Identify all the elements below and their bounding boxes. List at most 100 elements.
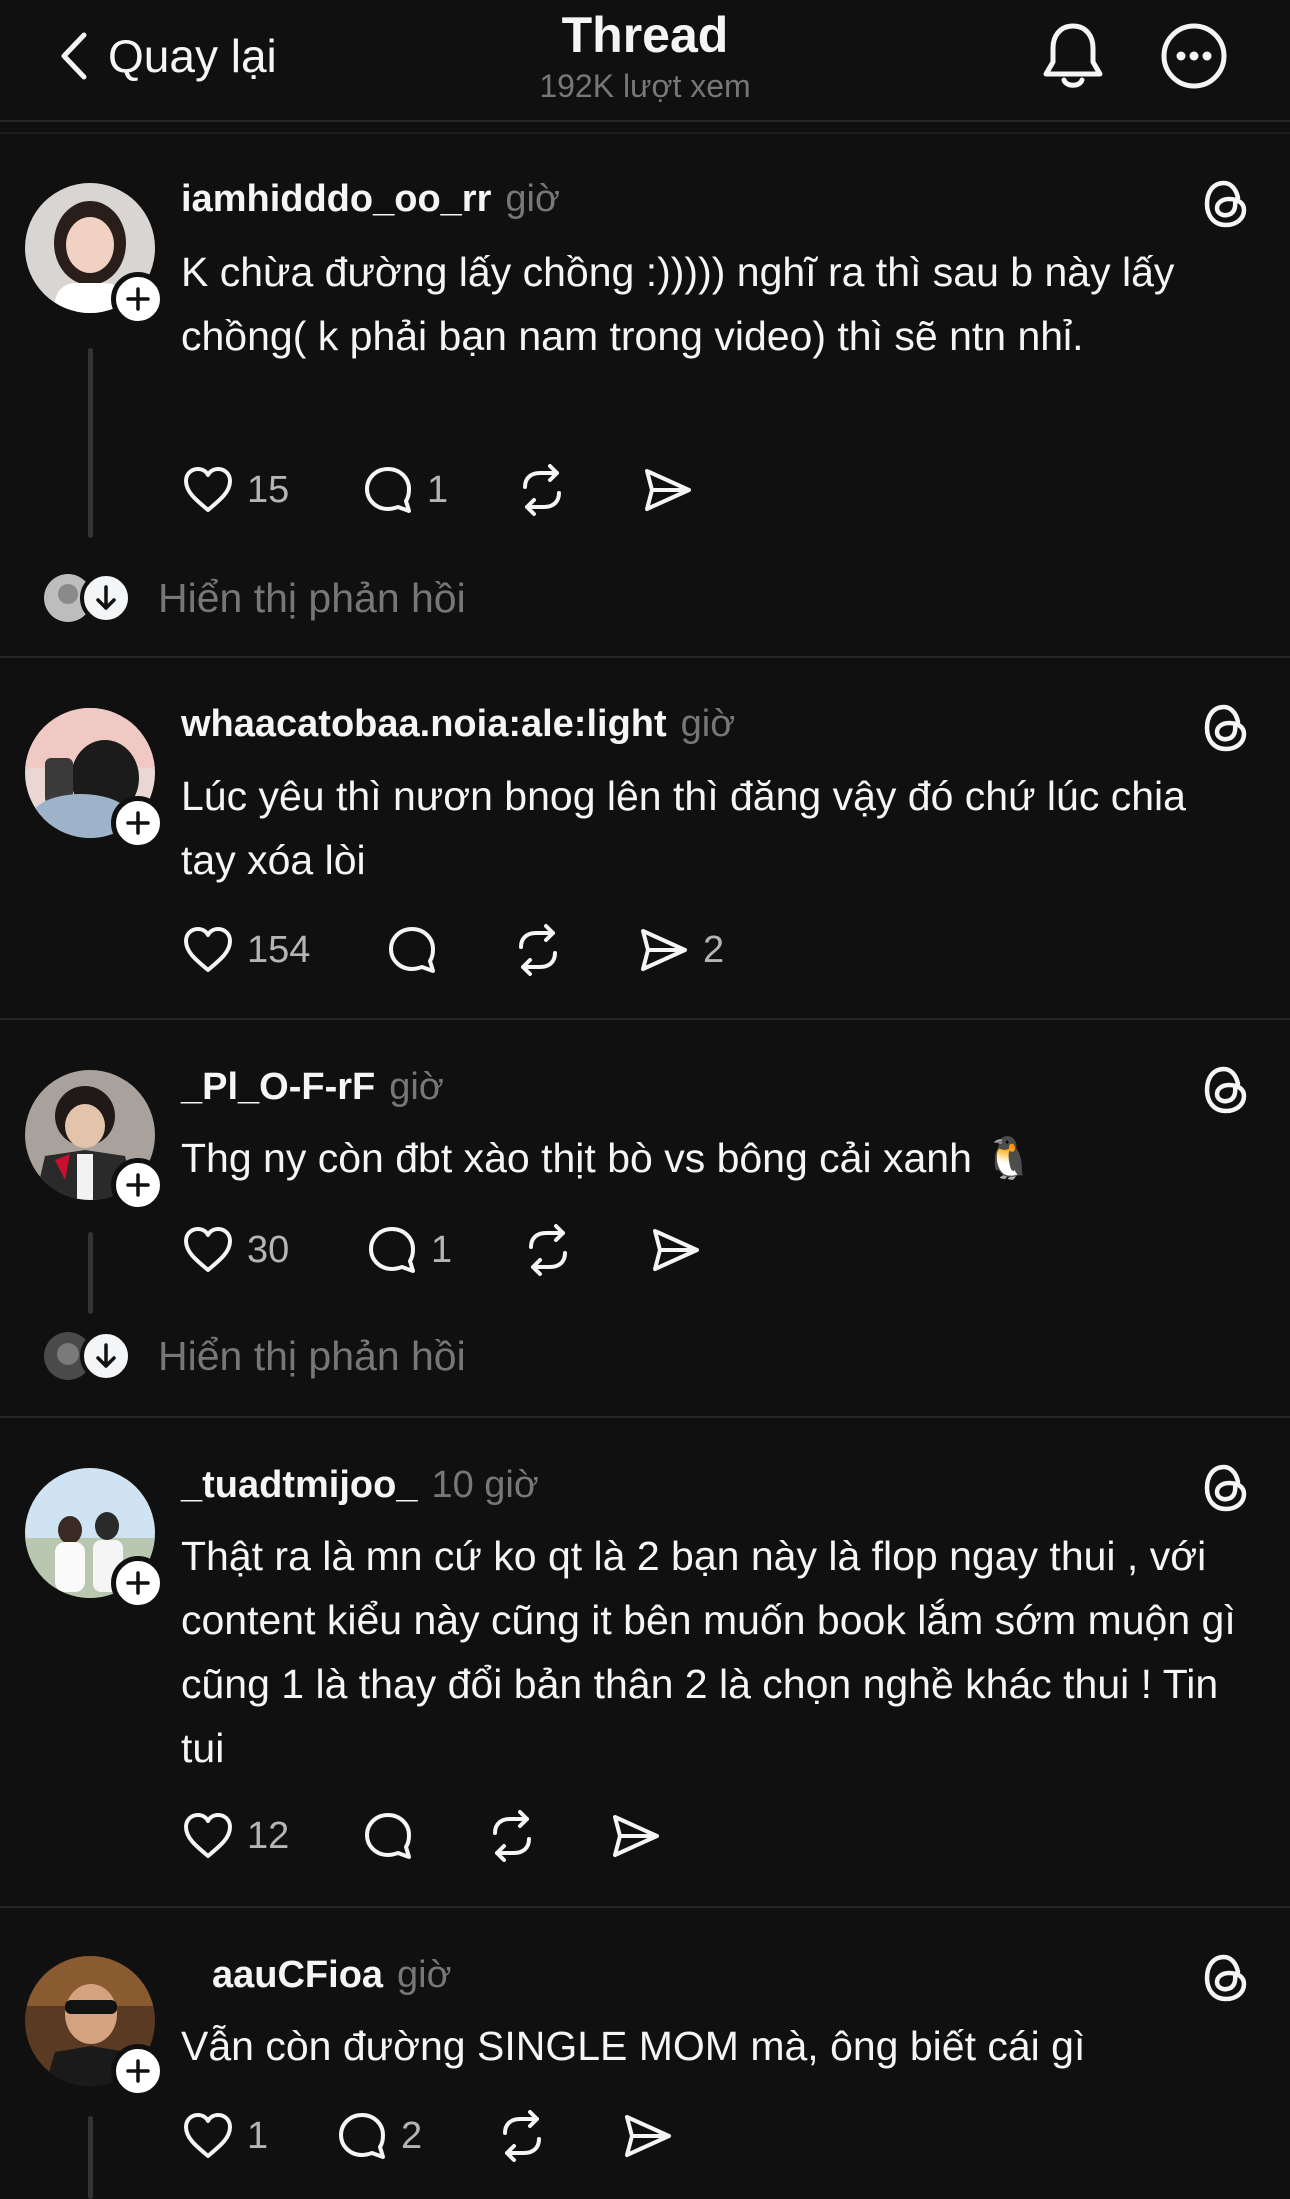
thread-line (88, 2116, 93, 2199)
post-text: K chừa đường lấy chồng :))))) nghĩ ra th… (181, 249, 1175, 359)
expand-replies-button[interactable] (80, 572, 132, 624)
thread-line (88, 348, 93, 538)
thread-line (88, 1232, 93, 1314)
timestamp: 10 giờ (431, 1464, 539, 1506)
comment-icon (339, 2113, 385, 2159)
like-count: 12 (247, 1814, 290, 1857)
username-text[interactable]: whaacatobaa.noia:ale:light (181, 703, 667, 745)
plus-icon (126, 1173, 150, 1197)
arrow-down-icon (96, 585, 116, 610)
username-text[interactable]: aauCFioa (212, 1954, 383, 1996)
username[interactable]: whaacatobaa.noia:ale:light giờ (181, 703, 735, 746)
post-3[interactable]: _Pl_O-F-rF giờ Thg ny còn đbt xào thịt bò… (0, 1020, 1290, 1416)
post-text: Thg ny còn đbt xào thịt bò vs bông cải x… (181, 1135, 1035, 1181)
share-icon (625, 2115, 671, 2157)
like-button[interactable]: 154 (181, 920, 310, 980)
post-4[interactable]: _tuadtmijoo_ 10 giờ Thật ra là mn cứ ko q… (0, 1418, 1290, 1906)
comment-icon (389, 927, 435, 973)
username[interactable]: aauCFioa giờ (212, 1954, 452, 1997)
threads-logo-icon[interactable] (1202, 1064, 1250, 1116)
follow-plus-button[interactable] (111, 796, 165, 850)
repost-button[interactable] (511, 920, 565, 980)
repost-button[interactable] (495, 2106, 549, 2166)
repost-icon (493, 1810, 531, 1862)
repost-icon (519, 924, 557, 976)
comment-button[interactable]: 1 (361, 460, 448, 520)
threads-logo-icon[interactable] (1202, 1462, 1250, 1514)
heart-icon (184, 2113, 232, 2158)
comment-icon (365, 1813, 411, 1859)
share-button[interactable] (641, 460, 695, 520)
timestamp: giờ (397, 1954, 452, 1996)
post-1[interactable]: iamhidddo_oo_rr giờ K chừa đường lấy chồn… (0, 134, 1290, 656)
post-text: Vẫn còn đường SINGLE MOM mà, ông biết cá… (181, 2023, 1086, 2069)
repost-icon (503, 2110, 541, 2162)
show-replies-label[interactable]: Hiển thị phản hồi (158, 1333, 466, 1380)
follow-plus-button[interactable] (111, 2044, 165, 2098)
follow-plus-button[interactable] (111, 1556, 165, 1610)
follow-plus-button[interactable] (111, 272, 165, 326)
post-text: Lúc yêu thì nươn bnog lên thì đăng vậy đ… (181, 773, 1186, 883)
share-icon (645, 469, 691, 511)
threads-logo-icon[interactable] (1202, 178, 1250, 230)
share-button[interactable]: 2 (637, 920, 724, 980)
comment-count: 2 (401, 2114, 423, 2157)
timestamp: giờ (505, 178, 560, 220)
show-replies-row[interactable]: Hiển thị phản hồi (44, 1326, 466, 1386)
like-count: 154 (247, 928, 311, 971)
show-replies-row[interactable]: Hiển thị phản hồi (44, 568, 466, 628)
username[interactable]: _Pl_O-F-rF giờ (181, 1066, 444, 1109)
expand-replies-button[interactable] (80, 1330, 132, 1382)
comment-icon (365, 467, 411, 513)
plus-icon (126, 2059, 150, 2083)
repost-button[interactable] (521, 1220, 575, 1280)
share-icon (653, 1229, 699, 1271)
like-button[interactable]: 1 (181, 2106, 268, 2166)
username[interactable]: _tuadtmijoo_ 10 giờ (181, 1464, 539, 1507)
username-text[interactable]: _tuadtmijoo_ (181, 1464, 417, 1506)
bell-icon[interactable] (1040, 20, 1106, 92)
share-button[interactable] (621, 2106, 675, 2166)
comment-button[interactable]: 2 (335, 2106, 422, 2166)
heart-icon (184, 467, 232, 512)
like-count: 30 (247, 1228, 290, 1271)
timestamp: giờ (680, 703, 736, 745)
threads-logo-icon[interactable] (1202, 702, 1250, 754)
username[interactable]: iamhidddo_oo_rr giờ (181, 178, 560, 221)
heart-icon (184, 927, 232, 972)
share-icon (613, 1815, 659, 1857)
timestamp: giờ (389, 1066, 444, 1108)
post-5[interactable]: aauCFioa giờ Vẫn còn đường SINGLE MOM mà,… (0, 1908, 1290, 2199)
share-button[interactable] (649, 1220, 703, 1280)
username-text[interactable]: _Pl_O-F-rF (181, 1066, 375, 1108)
heart-icon (184, 1813, 232, 1858)
plus-icon (126, 811, 150, 835)
post-text: Thật ra là mn cứ ko qt là 2 bạn này là f… (181, 1533, 1236, 1771)
heart-icon (184, 1227, 232, 1272)
repost-icon (523, 464, 561, 516)
repost-button[interactable] (485, 1806, 539, 1866)
share-count: 2 (703, 928, 725, 971)
repost-button[interactable] (515, 460, 569, 520)
follow-plus-button[interactable] (111, 1158, 165, 1212)
comment-count: 1 (431, 1228, 453, 1271)
plus-icon (126, 1571, 150, 1595)
post-2[interactable]: whaacatobaa.noia:ale:light giờ Lúc yêu th… (0, 658, 1290, 1018)
more-icon[interactable] (1160, 22, 1228, 90)
comment-button[interactable] (361, 1806, 415, 1866)
plus-icon (126, 287, 150, 311)
comment-count: 1 (427, 468, 449, 511)
like-button[interactable]: 15 (181, 460, 289, 520)
share-button[interactable] (609, 1806, 663, 1866)
comment-icon (369, 1227, 415, 1273)
like-button[interactable]: 30 (181, 1220, 289, 1280)
threads-logo-icon[interactable] (1202, 1952, 1250, 2004)
repost-icon (529, 1224, 567, 1276)
show-replies-label[interactable]: Hiển thị phản hồi (158, 575, 466, 622)
username-text[interactable]: iamhidddo_oo_rr (181, 178, 491, 220)
arrow-down-icon (96, 1343, 116, 1368)
like-button[interactable]: 12 (181, 1806, 289, 1866)
comment-button[interactable]: 1 (365, 1220, 452, 1280)
like-count: 1 (247, 2114, 269, 2157)
comment-button[interactable] (385, 920, 439, 980)
